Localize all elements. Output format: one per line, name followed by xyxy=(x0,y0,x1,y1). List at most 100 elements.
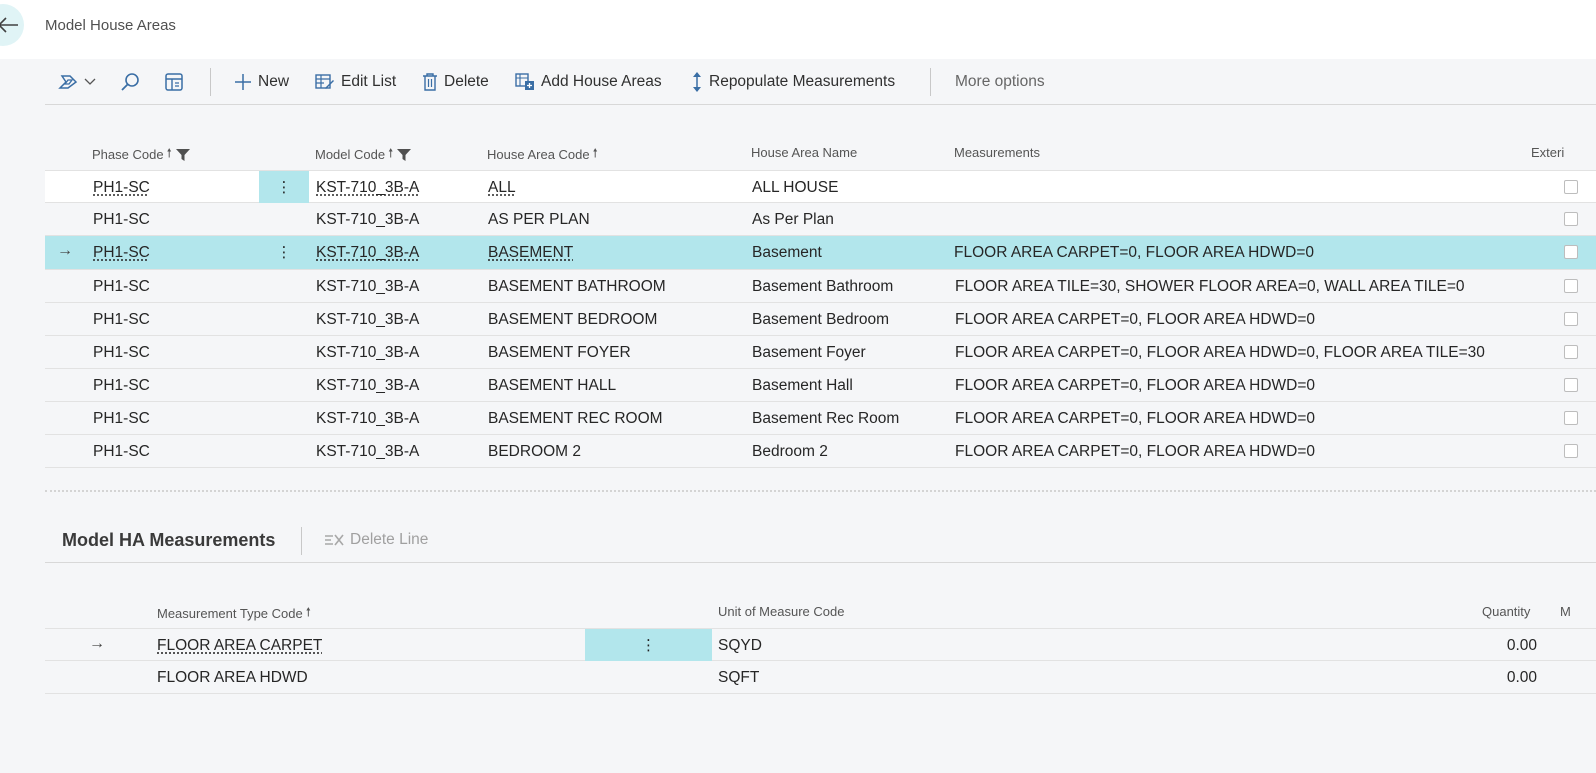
house-area-name-cell: Basement Foyer xyxy=(752,344,866,361)
house-area-name-cell: Basement Rec Room xyxy=(752,410,900,427)
column-header-unit-of-measure[interactable]: Unit of Measure Code xyxy=(718,604,844,619)
column-header-house-area-code[interactable]: House Area Code 🠕 xyxy=(487,144,598,165)
table-row[interactable]: PH1-SC KST-710_3B-A BASEMENT BATHROOM Ba… xyxy=(45,270,1596,303)
table-row[interactable]: PH1-SC ⋮ KST-710_3B-A ALL ALL HOUSE xyxy=(45,170,1596,203)
edit-list-icon xyxy=(315,74,334,89)
table-row[interactable]: PH1-SC KST-710_3B-A AS PER PLAN As Per P… xyxy=(45,203,1596,236)
column-header-extra[interactable]: M xyxy=(1560,604,1571,619)
back-arrow-icon xyxy=(0,17,18,33)
measurement-type-code-cell[interactable]: FLOOR AREA HDWD xyxy=(157,669,308,687)
model-code-cell[interactable]: KST-710_3B-A xyxy=(316,410,419,428)
column-header-label: M xyxy=(1560,604,1571,619)
measurement-type-code-cell[interactable]: FLOOR AREA CARPET xyxy=(157,637,322,655)
phase-code-cell[interactable]: PH1-SC xyxy=(93,443,150,461)
uom-cell[interactable]: SQFT xyxy=(718,669,759,687)
exterior-checkbox[interactable] xyxy=(1564,345,1578,359)
column-header-measurement-type-code[interactable]: Measurement Type Code 🠕 xyxy=(157,603,311,624)
house-area-code-cell[interactable]: BASEMENT xyxy=(488,244,573,262)
row-actions-button[interactable]: ⋮ xyxy=(585,629,712,661)
house-area-code-cell[interactable]: BASEMENT HALL xyxy=(488,377,616,395)
house-area-code-cell[interactable]: AS PER PLAN xyxy=(488,211,590,229)
exterior-checkbox[interactable] xyxy=(1564,245,1578,259)
column-header-label: Quantity xyxy=(1482,604,1531,619)
house-area-code-cell[interactable]: BASEMENT FOYER xyxy=(488,344,631,362)
current-row-arrow-icon: → xyxy=(89,635,105,652)
edit-list-button[interactable]: Edit List xyxy=(315,70,396,94)
chevron-down-icon xyxy=(84,78,96,85)
back-button[interactable] xyxy=(0,4,24,46)
table-row[interactable]: PH1-SC KST-710_3B-A BASEMENT REC ROOM Ba… xyxy=(45,402,1596,435)
add-house-areas-button[interactable]: Add House Areas xyxy=(515,70,662,94)
model-code-cell[interactable]: KST-710_3B-A xyxy=(316,377,419,395)
table-row[interactable]: PH1-SC KST-710_3B-A BEDROOM 2 Bedroom 2 … xyxy=(45,435,1596,468)
search-button[interactable] xyxy=(120,70,140,94)
phase-code-cell[interactable]: PH1-SC xyxy=(93,311,150,329)
model-code-cell[interactable]: KST-710_3B-A xyxy=(316,344,419,362)
table-row[interactable]: PH1-SC KST-710_3B-A BASEMENT FOYER Basem… xyxy=(45,336,1596,369)
more-vertical-icon: ⋮ xyxy=(276,179,292,196)
exterior-checkbox[interactable] xyxy=(1564,279,1578,293)
table-row-current[interactable]: → FLOOR AREA CARPET ⋮ SQYD 0.00 xyxy=(45,628,1596,661)
copilot-menu-button[interactable] xyxy=(58,70,97,94)
repopulate-measurements-button[interactable]: Repopulate Measurements xyxy=(691,70,895,94)
exterior-checkbox[interactable] xyxy=(1564,212,1578,226)
model-code-cell[interactable]: KST-710_3B-A xyxy=(316,443,419,461)
new-button[interactable]: New xyxy=(234,70,289,94)
house-area-code-cell[interactable]: BASEMENT REC ROOM xyxy=(488,410,663,428)
column-header-exterior[interactable]: Exteri xyxy=(1531,145,1564,160)
column-header-house-area-name[interactable]: House Area Name xyxy=(751,145,857,160)
model-code-cell[interactable]: KST-710_3B-A xyxy=(316,311,419,329)
more-options-label: More options xyxy=(955,73,1045,90)
phase-code-cell[interactable]: PH1-SC xyxy=(93,377,150,395)
filter-pane-button[interactable] xyxy=(164,70,184,94)
quantity-cell[interactable]: 0.00 xyxy=(1485,637,1537,655)
sort-ascending-icon: 🠕 xyxy=(592,146,598,160)
exterior-checkbox[interactable] xyxy=(1564,312,1578,326)
exterior-checkbox[interactable] xyxy=(1564,378,1578,392)
phase-code-cell[interactable]: PH1-SC xyxy=(93,278,150,296)
exterior-checkbox[interactable] xyxy=(1564,444,1578,458)
add-house-areas-icon xyxy=(515,73,534,90)
measurements-cell: FLOOR AREA CARPET=0, FLOOR AREA HDWD=0 xyxy=(954,244,1315,261)
house-area-code-cell[interactable]: BASEMENT BATHROOM xyxy=(488,278,666,296)
model-code-cell[interactable]: KST-710_3B-A xyxy=(316,278,419,296)
exterior-checkbox[interactable] xyxy=(1564,180,1578,194)
quantity-cell[interactable]: 0.00 xyxy=(1485,669,1537,687)
column-header-phase-code[interactable]: Phase Code 🠕 xyxy=(92,144,190,165)
column-header-label: Phase Code xyxy=(92,147,164,162)
house-area-code-cell[interactable]: ALL xyxy=(488,179,516,197)
table-row[interactable]: PH1-SC KST-710_3B-A BASEMENT HALL Baseme… xyxy=(45,369,1596,402)
filter-icon xyxy=(175,148,190,161)
house-area-name-cell: Bedroom 2 xyxy=(752,443,828,460)
vertical-arrows-icon xyxy=(693,72,701,92)
more-options-button[interactable]: More options xyxy=(955,70,1045,94)
table-row-selected[interactable]: → PH1-SC ⋮ KST-710_3B-A BASEMENT Basemen… xyxy=(45,236,1596,270)
page-header: Model House Areas xyxy=(0,0,1596,59)
sort-ascending-icon: 🠕 xyxy=(388,146,394,160)
column-header-measurements[interactable]: Measurements xyxy=(954,145,1040,160)
column-header-quantity[interactable]: Quantity xyxy=(1482,604,1530,619)
column-header-model-code[interactable]: Model Code 🠕 xyxy=(315,144,412,165)
phase-code-cell[interactable]: PH1-SC xyxy=(93,211,150,229)
phase-code-cell[interactable]: PH1-SC xyxy=(93,410,150,428)
uom-cell[interactable]: SQYD xyxy=(718,637,762,655)
house-area-code-cell[interactable]: BASEMENT BEDROOM xyxy=(488,311,657,329)
table-row[interactable]: FLOOR AREA HDWD SQFT 0.00 xyxy=(45,661,1596,694)
exterior-checkbox[interactable] xyxy=(1564,411,1578,425)
more-vertical-icon: ⋮ xyxy=(276,244,292,261)
model-code-cell[interactable]: KST-710_3B-A xyxy=(316,179,419,197)
phase-code-cell[interactable]: PH1-SC xyxy=(93,344,150,362)
toolbar-divider xyxy=(930,68,931,96)
phase-code-cell[interactable]: PH1-SC xyxy=(93,244,150,262)
delete-button[interactable]: Delete xyxy=(422,70,489,94)
row-actions-button[interactable]: ⋮ xyxy=(259,236,309,268)
filter-icon xyxy=(397,148,412,161)
model-code-cell[interactable]: KST-710_3B-A xyxy=(316,244,419,262)
house-area-code-cell[interactable]: BEDROOM 2 xyxy=(488,443,581,461)
delete-line-button[interactable]: Delete Line xyxy=(324,531,428,549)
more-vertical-icon: ⋮ xyxy=(641,637,656,654)
row-actions-button[interactable]: ⋮ xyxy=(259,171,309,203)
model-code-cell[interactable]: KST-710_3B-A xyxy=(316,211,419,229)
phase-code-cell[interactable]: PH1-SC xyxy=(93,179,150,197)
table-row[interactable]: PH1-SC KST-710_3B-A BASEMENT BEDROOM Bas… xyxy=(45,303,1596,336)
